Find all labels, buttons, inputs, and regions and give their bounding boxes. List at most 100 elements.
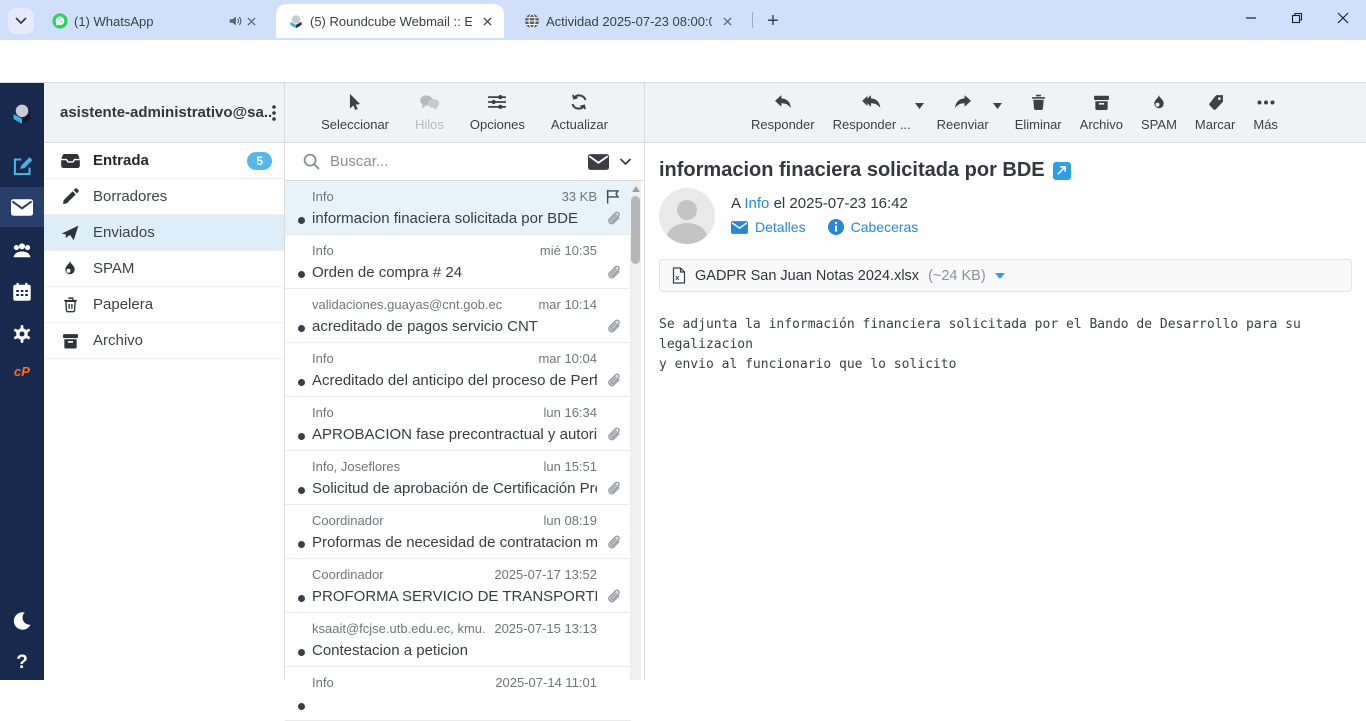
reply-all-caret-icon[interactable] — [915, 103, 924, 109]
message-meta: mar 10:04 — [538, 351, 597, 366]
tab-audio-icon[interactable] — [228, 14, 242, 28]
restore-button[interactable] — [1274, 0, 1320, 36]
roundcube-app: cP ? asistente-administrativo@sa... Sele… — [0, 83, 1366, 680]
flame-icon — [60, 260, 80, 277]
sender-avatar — [659, 188, 715, 244]
unread-dot — [298, 595, 305, 602]
message-list-item[interactable]: Info 2025-07-14 11:01 — [285, 667, 631, 721]
message-sender: Info — [312, 351, 530, 366]
tab-close-icon[interactable] — [242, 12, 260, 30]
scrollbar-up-arrow[interactable] — [632, 186, 640, 192]
compose-icon[interactable] — [0, 146, 44, 186]
list-toolbar: Seleccionar Hilos Opcion — [285, 83, 645, 142]
reply-button[interactable]: Responder — [747, 92, 819, 132]
browser-tab-roundcube[interactable]: (5) Roundcube Webmail :: Envia — [276, 4, 504, 38]
list-scrollbar[interactable] — [630, 181, 641, 680]
minimize-button[interactable] — [1228, 0, 1274, 36]
message-sender: Info, Joseflores — [312, 459, 536, 474]
folder-borradores[interactable]: Borradores — [44, 179, 284, 215]
folder-spam[interactable]: SPAM — [44, 251, 284, 287]
message-list-item[interactable]: Coordinador lun 08:19 Proformas de neces… — [285, 505, 631, 559]
message-list-item[interactable]: Coordinador 2025-07-17 13:52 PROFORMA SE… — [285, 559, 631, 613]
tab-close-icon[interactable] — [718, 12, 736, 30]
threads-button[interactable]: Hilos — [411, 92, 448, 132]
inbox-icon — [60, 154, 80, 168]
message-datetime: 2025-07-23 16:42 — [789, 195, 907, 212]
browser-tab-whatsapp[interactable]: (1) WhatsApp — [40, 4, 268, 38]
dark-mode-moon-icon[interactable] — [0, 601, 44, 641]
message-subject: APROBACION fase precontractual y autoriz… — [312, 426, 597, 443]
reply-all-button[interactable]: Responder ... — [829, 92, 915, 132]
pointer-icon — [348, 92, 362, 112]
headers-toggle[interactable]: Cabeceras — [828, 219, 919, 235]
options-button[interactable]: Opciones — [466, 92, 529, 132]
reply-icon — [773, 92, 793, 112]
details-toggle[interactable]: Detalles — [731, 219, 806, 235]
message-sender: Coordinador — [312, 567, 486, 582]
message-meta: 33 KB — [562, 189, 597, 204]
header-band: asistente-administrativo@sa... Seleccion… — [44, 83, 1366, 143]
attachment-bar[interactable]: x GADPR San Juan Notas 2024.xlsx (~24 KB… — [659, 259, 1352, 292]
message-list-item[interactable]: validaciones.guayas@cnt.gob.ec mar 10:14… — [285, 289, 631, 343]
trash-icon — [1031, 92, 1046, 112]
folder-entrada[interactable]: Entrada 5 — [44, 143, 284, 179]
calendar-icon[interactable] — [0, 272, 44, 312]
forward-button[interactable]: Reenviar — [933, 92, 993, 132]
recipient-link[interactable]: Info — [744, 195, 769, 212]
message-toolbar: Responder Responder ... Reenviar — [645, 83, 1366, 142]
message-subject: Orden de compra # 24 — [312, 264, 597, 281]
tab-search-button[interactable] — [8, 8, 34, 34]
roundcube-icon — [288, 13, 304, 29]
flag-icon[interactable] — [597, 189, 621, 204]
scrollbar-thumb[interactable] — [631, 196, 640, 264]
browser-tab-actividad[interactable]: Actividad 2025-07-23 08:00:00 — [512, 4, 744, 38]
contacts-icon[interactable] — [0, 230, 44, 270]
attachment-menu-caret-icon[interactable] — [995, 273, 1005, 279]
archive-icon — [60, 333, 80, 349]
message-list-item[interactable]: Info 33 KB informacion finaciera solicit… — [285, 181, 631, 235]
message-meta: lun 16:34 — [544, 405, 598, 420]
search-input[interactable] — [330, 153, 578, 170]
browser-toolbar: webmail.sanjuan.gob.ec/cpsess1535909589/… — [0, 40, 1366, 83]
message-list-item[interactable]: Info mar 10:04 Acreditado del anticipo d… — [285, 343, 631, 397]
roundcube-logo[interactable] — [0, 93, 44, 133]
attachment-filename[interactable]: GADPR San Juan Notas 2024.xlsx — [695, 268, 919, 284]
folder-archivo[interactable]: Archivo — [44, 323, 284, 359]
help-icon[interactable]: ? — [0, 643, 44, 683]
whatsapp-icon — [52, 13, 68, 29]
forward-caret-icon[interactable] — [993, 103, 1002, 109]
message-list-item[interactable]: Info lun 16:34 APROBACION fase precontra… — [285, 397, 631, 451]
message-list-item[interactable]: Info, Joseflores lun 15:51 Solicitud de … — [285, 451, 631, 505]
refresh-button[interactable]: Actualizar — [547, 92, 612, 132]
paperplane-icon — [60, 225, 80, 241]
open-in-new-window-icon[interactable] — [1053, 162, 1071, 180]
folder-enviados[interactable]: Enviados — [44, 215, 284, 251]
search-options-chevron-icon[interactable] — [619, 158, 632, 166]
account-menu-icon[interactable] — [272, 105, 276, 121]
mark-button[interactable]: Marcar — [1191, 92, 1239, 132]
settings-gear-icon[interactable] — [0, 314, 44, 354]
folder-papelera[interactable]: Papelera — [44, 287, 284, 323]
delete-button[interactable]: Eliminar — [1011, 92, 1066, 132]
message-meta: 2025-07-15 13:13 — [494, 621, 597, 636]
archive-button[interactable]: Archivo — [1076, 92, 1127, 132]
attachment-icon — [597, 535, 621, 551]
message-subject: informacion finaciera solicitada por BDE — [312, 210, 597, 227]
select-button[interactable]: Seleccionar — [317, 92, 393, 132]
tab-title: (5) Roundcube Webmail :: Envia — [310, 14, 472, 29]
cpanel-icon[interactable]: cP — [0, 351, 44, 391]
search-scope-mail-icon[interactable] — [588, 154, 609, 170]
more-button[interactable]: Más — [1249, 92, 1282, 132]
message-sender: Info — [312, 243, 532, 258]
message-list-item[interactable]: ksaait@fcjse.utb.edu.ec, kmu... 2025-07-… — [285, 613, 631, 667]
unread-dot — [298, 271, 305, 278]
globe-icon — [524, 13, 540, 29]
spam-button[interactable]: SPAM — [1137, 92, 1181, 132]
close-button[interactable] — [1320, 0, 1366, 36]
mail-icon[interactable] — [0, 187, 44, 227]
refresh-icon — [570, 92, 588, 112]
tab-close-icon[interactable] — [478, 12, 496, 30]
message-list-item[interactable]: Info mié 10:35 Orden de compra # 24 — [285, 235, 631, 289]
message-meta: mié 10:35 — [540, 243, 597, 258]
new-tab-button[interactable]: + — [760, 8, 786, 34]
